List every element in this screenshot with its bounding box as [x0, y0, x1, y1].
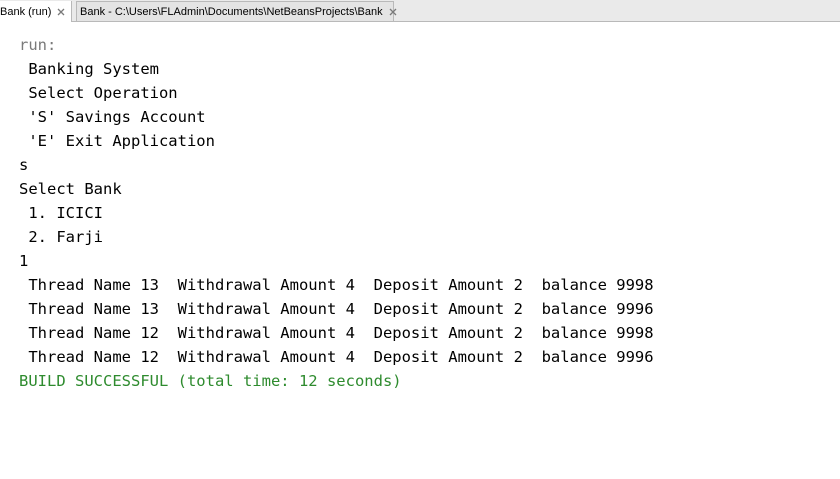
output-window: Bank (run) Bank - C:\Users\FLAdmin\Docum…: [0, 0, 840, 479]
close-icon[interactable]: [389, 8, 397, 16]
console-line: 1: [19, 252, 29, 270]
tab-bank-project[interactable]: Bank - C:\Users\FLAdmin\Documents\NetBea…: [76, 1, 397, 21]
console-line: Banking System: [19, 60, 159, 78]
tab-label: Bank - C:\Users\FLAdmin\Documents\NetBea…: [80, 5, 383, 18]
console-line: 'E' Exit Application: [19, 132, 215, 150]
console-line: Select Bank: [19, 180, 122, 198]
console-output[interactable]: run: Banking System Select Operation 'S'…: [0, 22, 840, 479]
console-line: 'S' Savings Account: [19, 108, 206, 126]
console-line: s: [19, 156, 29, 174]
console-lines: run: Banking System Select Operation 'S'…: [19, 33, 654, 393]
console-line: 2. Farji: [19, 228, 103, 246]
close-icon[interactable]: [57, 8, 65, 16]
output-tab-bar: Bank (run) Bank - C:\Users\FLAdmin\Docum…: [0, 0, 840, 22]
console-line: BUILD SUCCESSFUL (total time: 12 seconds…: [19, 372, 402, 390]
console-line: Thread Name 12 Withdrawal Amount 4 Depos…: [19, 324, 654, 342]
tab-bank-run[interactable]: Bank (run): [0, 1, 72, 22]
console-line: run:: [19, 36, 57, 54]
console-line: Select Operation: [19, 84, 178, 102]
tab-label: Bank (run): [0, 5, 52, 18]
console-line: 1. ICICI: [19, 204, 103, 222]
console-line: Thread Name 12 Withdrawal Amount 4 Depos…: [19, 348, 654, 366]
console-line: Thread Name 13 Withdrawal Amount 4 Depos…: [19, 276, 654, 294]
console-line: Thread Name 13 Withdrawal Amount 4 Depos…: [19, 300, 654, 318]
